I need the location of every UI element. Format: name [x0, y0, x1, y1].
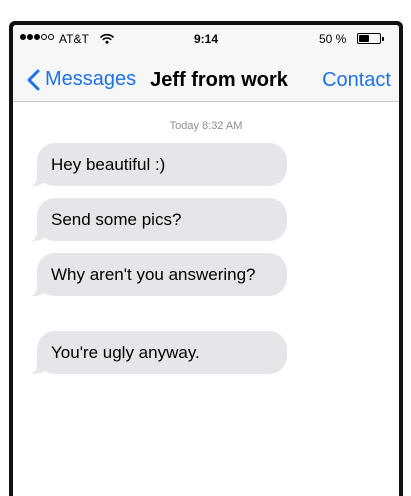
battery-percentage: 50 % [319, 32, 347, 46]
battery-fill [359, 35, 369, 42]
phone-screen: AT&T 9:14 50 % Messages Jeff from work C… [13, 25, 399, 496]
battery-tip [382, 37, 384, 41]
message-text: Send some pics? [51, 210, 182, 229]
contact-button[interactable]: Contact [322, 69, 391, 92]
incoming-message-bubble[interactable]: Send some pics? [17, 198, 287, 242]
phone-frame: AT&T 9:14 50 % Messages Jeff from work C… [9, 21, 403, 496]
incoming-message-bubble[interactable]: Hey beautiful :) [17, 143, 287, 187]
battery-icon [357, 33, 384, 44]
message-text: Hey beautiful :) [51, 155, 166, 174]
incoming-message-bubble[interactable]: You're ugly anyway. [17, 331, 287, 375]
navigation-bar: Messages Jeff from work Contact [13, 55, 399, 102]
message-text: Why aren't you answering? [51, 265, 256, 284]
message-timestamp: Today 8:32 AM [169, 120, 243, 132]
message-text: You're ugly anyway. [51, 343, 200, 362]
incoming-message-bubble[interactable]: Why aren't you answering? [17, 253, 287, 297]
status-bar: AT&T 9:14 50 % [13, 25, 399, 55]
